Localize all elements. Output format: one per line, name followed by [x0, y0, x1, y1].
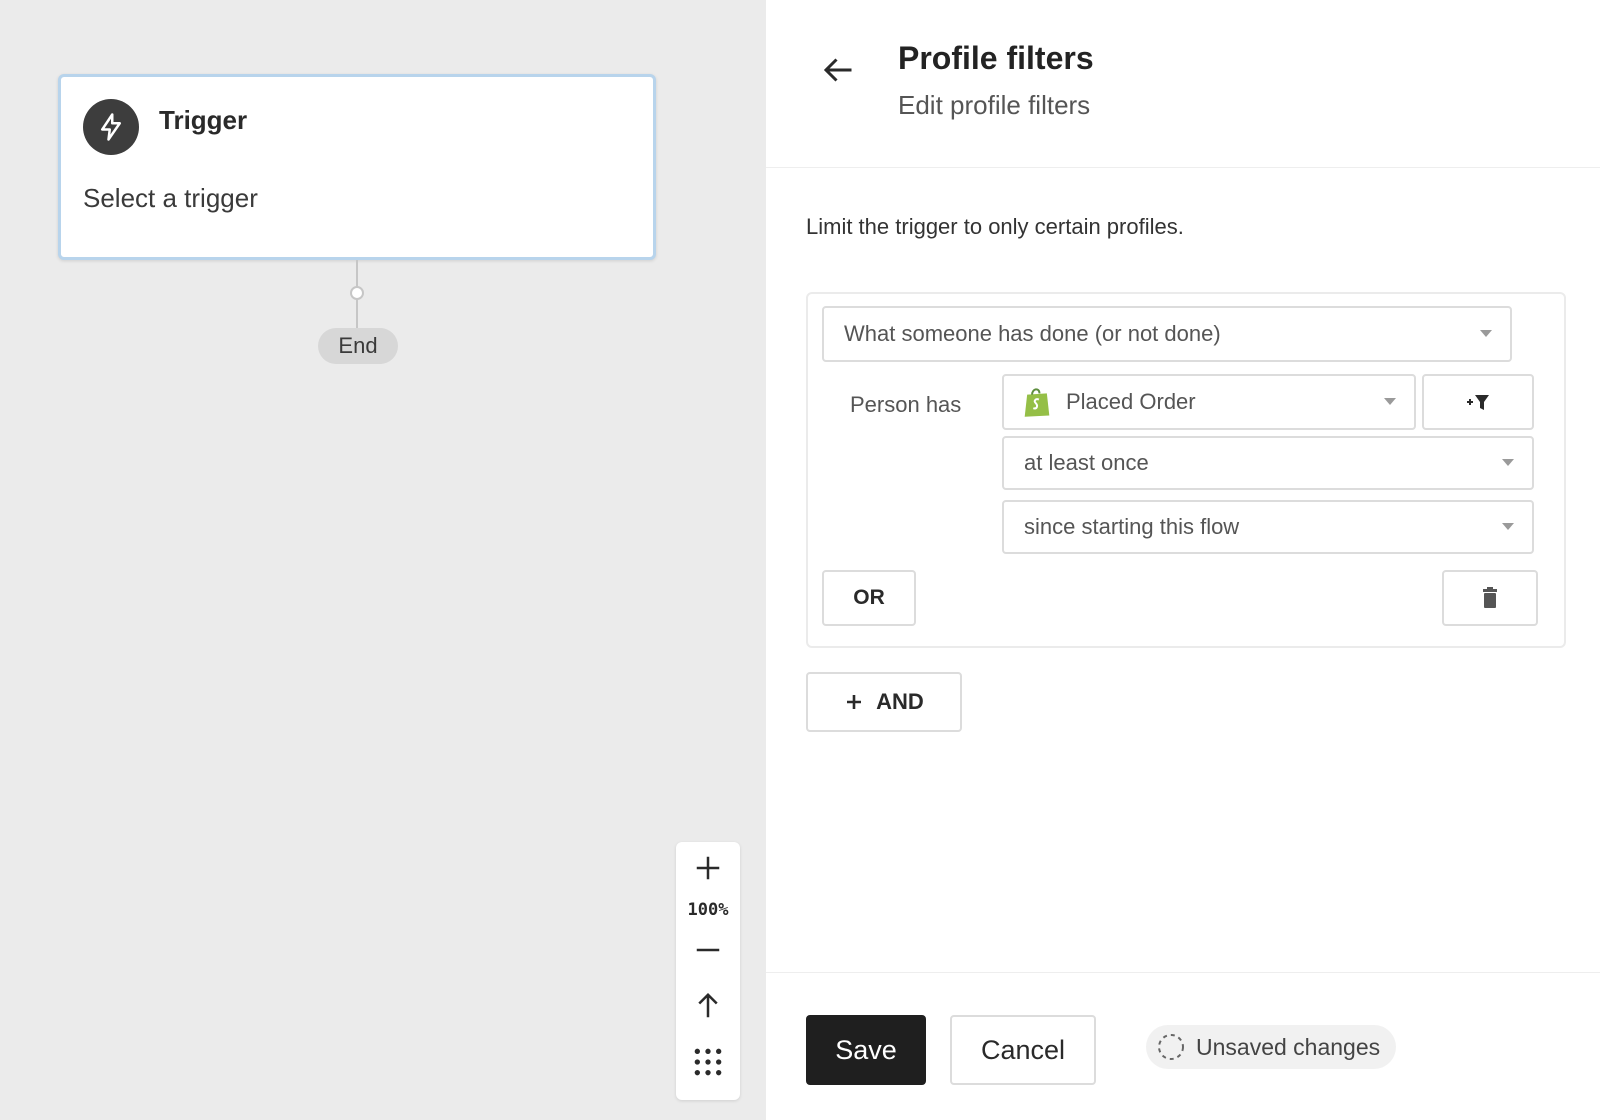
panel-description: Limit the trigger to only certain profil…: [806, 214, 1184, 239]
panel-title: Profile filters: [898, 40, 1094, 76]
unsaved-changes-label: Unsaved changes: [1196, 1033, 1381, 1060]
zoom-controls: 100%: [676, 842, 740, 1100]
zoom-level: 100%: [687, 900, 729, 920]
panel-footer: Save Cancel Unsaved changes: [766, 972, 1600, 1120]
lightning-bolt-icon: [83, 99, 139, 155]
panel-subtitle: Edit profile filters: [898, 90, 1091, 120]
unsaved-changes-badge: Unsaved changes: [1146, 1025, 1397, 1069]
cancel-button[interactable]: Cancel: [950, 1015, 1096, 1085]
minus-icon: [696, 948, 720, 952]
trigger-title: Trigger: [159, 105, 248, 135]
arrow-left-icon: [823, 58, 852, 82]
flow-canvas[interactable]: Trigger Select a trigger End 100%: [0, 0, 766, 1120]
chevron-down-icon: [1502, 523, 1514, 530]
profile-filters-panel: Profile filters Edit profile filters Lim…: [766, 0, 1600, 1120]
trash-icon: [1483, 587, 1497, 608]
chevron-down-icon: [1480, 330, 1492, 337]
condition-type-value: What someone has done (or not done): [844, 321, 1221, 346]
add-filter-icon: [1467, 395, 1489, 410]
metric-value: Placed Order: [1066, 389, 1196, 414]
trigger-subtitle: Select a trigger: [83, 183, 258, 213]
metric-select[interactable]: Placed Order: [1002, 374, 1416, 430]
timeframe-select[interactable]: since starting this flow: [1002, 500, 1534, 554]
filter-condition-group: What someone has done (or not done) Pers…: [806, 292, 1566, 648]
back-button[interactable]: [816, 48, 860, 92]
plus-icon: [696, 856, 720, 880]
trigger-card[interactable]: Trigger Select a trigger: [58, 74, 656, 260]
zoom-in-button[interactable]: [676, 846, 740, 890]
arrow-up-icon: [698, 992, 718, 1018]
plus-icon: [847, 695, 862, 709]
panel-header: Profile filters Edit profile filters: [766, 0, 1600, 168]
delete-condition-button[interactable]: [1442, 570, 1538, 626]
chevron-down-icon: [1384, 398, 1396, 405]
save-button[interactable]: Save: [806, 1015, 926, 1085]
dashed-circle-icon: [1158, 1034, 1184, 1060]
or-button[interactable]: OR: [822, 570, 916, 626]
zoom-out-button[interactable]: [676, 928, 740, 972]
person-has-label: Person has: [850, 392, 962, 417]
add-and-condition-button[interactable]: AND: [806, 672, 962, 732]
end-node: End: [318, 328, 398, 364]
shopify-bag-icon: [1024, 388, 1050, 417]
connector-add-point[interactable]: [350, 286, 364, 300]
and-label: AND: [876, 689, 924, 714]
frequency-select[interactable]: at least once: [1002, 436, 1534, 490]
minimap-button[interactable]: [676, 1040, 740, 1084]
frequency-value: at least once: [1024, 450, 1149, 475]
add-property-filter-button[interactable]: [1422, 374, 1534, 430]
timeframe-value: since starting this flow: [1024, 514, 1240, 539]
chevron-down-icon: [1502, 459, 1514, 466]
recenter-button[interactable]: [676, 984, 740, 1028]
grid-dots-icon: [694, 1048, 722, 1076]
condition-type-select[interactable]: What someone has done (or not done): [822, 306, 1512, 362]
